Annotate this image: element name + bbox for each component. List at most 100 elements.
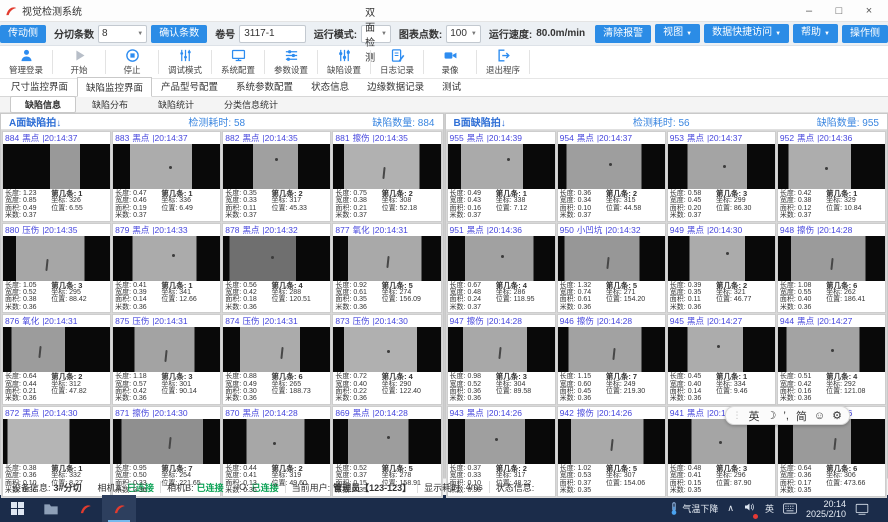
tray-expand-caret[interactable]: ∧: [727, 503, 734, 514]
defect-cell[interactable]: 880压伤|20:14:35长度:1.05宽度:0.52面积:0.38米数:0.…: [2, 223, 111, 314]
defect-cell[interactable]: 949黑点|20:14:30长度:0.39宽度:0.35面积:0.11米数:0.…: [667, 223, 776, 314]
defect-image[interactable]: [558, 236, 665, 281]
roll-number-input[interactable]: 3117-1: [239, 25, 306, 43]
defect-cell[interactable]: 873压伤|20:14:30长度:0.72宽度:0.40面积:0.22米数:0.…: [332, 314, 441, 405]
slit-count-select[interactable]: 8▼: [98, 25, 147, 43]
defect-cell[interactable]: 875压伤|20:14:31长度:1.18宽度:0.57面积:0.42米数:0.…: [112, 314, 221, 405]
defect-cell[interactable]: 950小凹坑|20:14:32长度:1.32宽度:0.74面积:0.61米数:0…: [557, 223, 666, 314]
defect-image[interactable]: [3, 236, 110, 281]
sub-tab-0[interactable]: 缺陷信息: [10, 96, 76, 113]
defect-image[interactable]: [668, 236, 775, 281]
defect-cell[interactable]: 953黑点|20:14:37长度:0.58宽度:0.45面积:0.20米数:0.…: [667, 131, 776, 222]
defect-image[interactable]: [558, 419, 665, 464]
defect-image[interactable]: [223, 419, 330, 464]
confirm-count-button[interactable]: 确认条数: [151, 25, 207, 43]
defect-cell[interactable]: 951黑点|20:14:36长度:0.67宽度:0.48面积:0.24米数:0.…: [447, 223, 556, 314]
defect-image[interactable]: [113, 144, 220, 189]
defect-cell[interactable]: 952黑点|20:14:36长度:0.42宽度:0.38面积:0.12米数:0.…: [777, 131, 886, 222]
toolbar-button-exit[interactable]: 退出程序: [477, 46, 529, 78]
volume-button[interactable]: [743, 500, 756, 518]
toolbar-button-stop[interactable]: 停止: [106, 46, 158, 78]
ime-item-1[interactable]: ☽: [767, 409, 777, 422]
defect-image[interactable]: [113, 327, 220, 372]
main-tab-3[interactable]: 系统参数配置: [227, 76, 302, 96]
defect-image[interactable]: [448, 327, 555, 372]
toolbar-button-sliders-v[interactable]: 缺陷设置: [318, 46, 370, 78]
chart-points-select[interactable]: 100▼: [446, 25, 481, 43]
defect-cell[interactable]: 877氧化|20:14:31长度:0.92宽度:0.61面积:0.35米数:0.…: [332, 223, 441, 314]
ime-toolbar[interactable]: ⋮ 英☽’,简☺⚙: [725, 406, 850, 425]
defect-cell[interactable]: 944黑点|20:14:27长度:0.51宽度:0.42面积:0.16米数:0.…: [777, 314, 886, 405]
toolbar-button-tune[interactable]: 调试模式: [159, 46, 211, 78]
ime-item-0[interactable]: 英: [749, 408, 760, 424]
operate-side-button[interactable]: 操作侧: [842, 25, 888, 43]
defect-image[interactable]: [668, 419, 775, 464]
defect-image[interactable]: [558, 144, 665, 189]
defect-cell[interactable]: 946擦伤|20:14:28长度:1.15宽度:0.60面积:0.45米数:0.…: [557, 314, 666, 405]
defect-image[interactable]: [448, 144, 555, 189]
defect-image[interactable]: [223, 144, 330, 189]
toolbar-button-monitor[interactable]: 系统配置: [212, 46, 264, 78]
defect-image[interactable]: [333, 144, 440, 189]
taskbar-clock[interactable]: 20:14 2025/2/10: [806, 499, 846, 519]
defect-cell[interactable]: 876氧化|20:14:31长度:0.64宽度:0.44面积:0.21米数:0.…: [2, 314, 111, 405]
main-tab-1[interactable]: 缺陷监控界面: [77, 77, 152, 97]
weather-widget[interactable]: 气温下降: [670, 502, 718, 516]
defect-cell[interactable]: 883黑点|20:14:37长度:0.47宽度:0.46面积:0.19米数:0.…: [112, 131, 221, 222]
panel-b-title[interactable]: B面缺陷拍↓: [454, 114, 506, 129]
sub-tab-2[interactable]: 缺陷统计: [144, 97, 208, 112]
taskbar-app-inspection-active[interactable]: [102, 495, 136, 522]
sub-tab-1[interactable]: 缺陷分布: [78, 97, 142, 112]
defect-image[interactable]: [113, 236, 220, 281]
defect-image[interactable]: [778, 419, 885, 464]
defect-image[interactable]: [558, 327, 665, 372]
defect-cell[interactable]: 954黑点|20:14:37长度:0.36宽度:0.34面积:0.10米数:0.…: [557, 131, 666, 222]
main-tab-5[interactable]: 边缘数据记录: [358, 76, 433, 96]
ime-item-3[interactable]: 简: [796, 408, 807, 424]
defect-image[interactable]: [113, 419, 220, 464]
close-button[interactable]: ×: [854, 1, 884, 21]
defect-cell[interactable]: 882黑点|20:14:35长度:0.35宽度:0.33面积:0.11米数:0.…: [222, 131, 331, 222]
defect-image[interactable]: [778, 236, 885, 281]
defect-image[interactable]: [3, 144, 110, 189]
main-tab-0[interactable]: 尺寸监控界面: [2, 76, 77, 96]
defect-image[interactable]: [668, 144, 775, 189]
toolbar-button-user[interactable]: 管理登录: [0, 46, 52, 78]
defect-image[interactable]: [3, 327, 110, 372]
defect-cell[interactable]: 943黑点|20:14:26长度:0.37宽度:0.33面积:0.10米数:0.…: [447, 406, 556, 497]
toolbar-button-play[interactable]: 开始: [53, 46, 105, 78]
defect-image[interactable]: [3, 419, 110, 464]
maximize-button[interactable]: □: [824, 1, 854, 21]
defect-cell[interactable]: 870黑点|20:14:28长度:0.44宽度:0.41面积:0.13米数:0.…: [222, 406, 331, 497]
start-button[interactable]: [0, 495, 34, 522]
defect-cell[interactable]: 878黑点|20:14:32长度:0.56宽度:0.42面积:0.18米数:0.…: [222, 223, 331, 314]
taskbar-app-secondary[interactable]: [68, 495, 102, 522]
sub-tab-3[interactable]: 分类信息统计: [210, 97, 292, 112]
toolbar-button-sliders-h[interactable]: 参数设置: [265, 46, 317, 78]
defect-cell[interactable]: 945黑点|20:14:27长度:0.45宽度:0.40面积:0.14米数:0.…: [667, 314, 776, 405]
defect-image[interactable]: [778, 144, 885, 189]
keyboard-icon[interactable]: [783, 503, 797, 514]
defect-image[interactable]: [333, 236, 440, 281]
defect-cell[interactable]: 942擦伤|20:14:26长度:1.02宽度:0.53面积:0.37米数:0.…: [557, 406, 666, 497]
defect-cell[interactable]: 879黑点|20:14:33长度:0.41宽度:0.39面积:0.14米数:0.…: [112, 223, 221, 314]
defect-image[interactable]: [333, 419, 440, 464]
drag-handle-icon[interactable]: ⋮: [733, 410, 742, 421]
minimize-button[interactable]: –: [794, 1, 824, 21]
toolbar-button-journal[interactable]: 日志记录: [371, 46, 423, 78]
defect-cell[interactable]: 947擦伤|20:14:28长度:0.98宽度:0.52面积:0.36米数:0.…: [447, 314, 556, 405]
defect-image[interactable]: [778, 327, 885, 372]
defect-cell[interactable]: 871擦伤|20:14:30长度:0.95宽度:0.50面积:0.33米数:0.…: [112, 406, 221, 497]
toolbar-button-camera[interactable]: 录像: [424, 46, 476, 78]
data-shortcut-menu-button[interactable]: 数据快捷访问▼: [704, 24, 789, 43]
defect-image[interactable]: [333, 327, 440, 372]
view-menu-button[interactable]: 视图▼: [655, 24, 700, 43]
defect-cell[interactable]: 874压伤|20:14:31长度:0.88宽度:0.49面积:0.30米数:0.…: [222, 314, 331, 405]
defect-cell[interactable]: 881擦伤|20:14:35长度:0.75宽度:0.38面积:0.21米数:0.…: [332, 131, 441, 222]
defect-image[interactable]: [448, 236, 555, 281]
drive-side-button[interactable]: 传动侧: [0, 25, 46, 43]
main-tab-2[interactable]: 产品型号配置: [152, 76, 227, 96]
defect-image[interactable]: [223, 327, 330, 372]
run-mode-select[interactable]: 双面检测▼: [361, 25, 391, 43]
panel-a-title[interactable]: A面缺陷拍↓: [9, 114, 61, 129]
